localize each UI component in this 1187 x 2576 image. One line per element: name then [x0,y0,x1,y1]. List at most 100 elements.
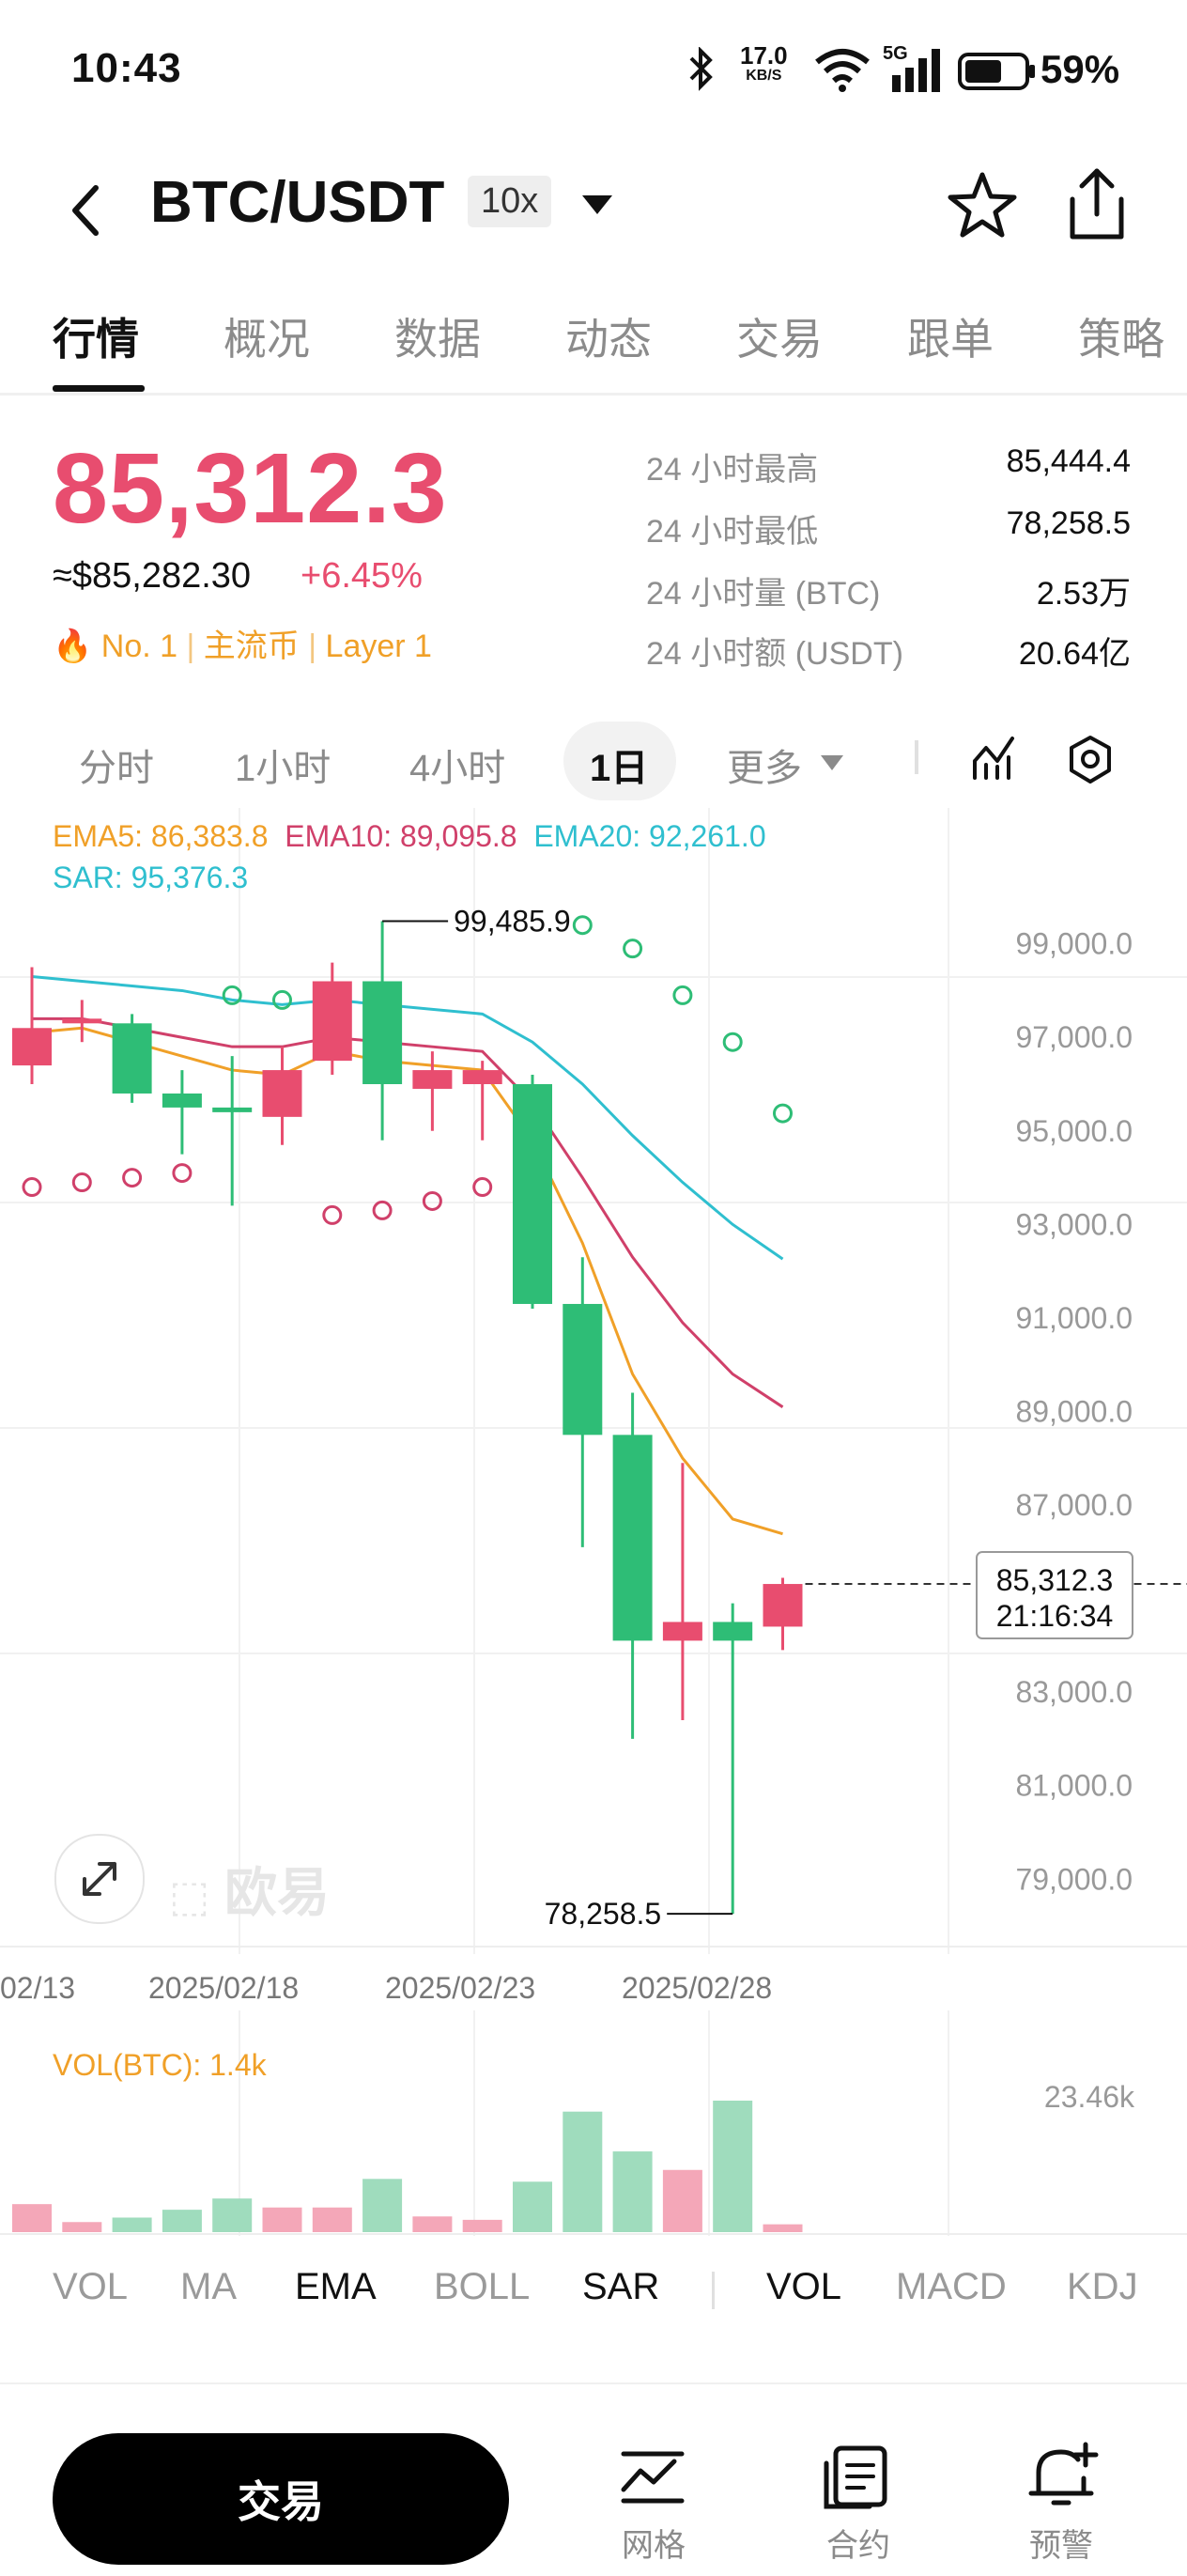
more-caret-icon[interactable] [819,753,845,772]
volume-bar [12,2204,52,2232]
net-speed-unit: KB/S [746,68,782,84]
nav-grid-label[interactable]: 网格 [622,2520,686,2566]
contract-icon[interactable] [823,2444,890,2510]
sar-dot-green [572,915,593,936]
volume-bar [262,2207,302,2232]
star-icon[interactable] [947,169,1018,241]
ema20-legend: EMA20: 92,261.0 [533,819,766,853]
coin-tags: 🔥 No. 1 | 主流币 | Layer 1 [53,620,432,666]
wifi-icon [815,49,870,92]
chart-settings-icon[interactable] [1067,735,1114,785]
share-icon[interactable] [1061,165,1133,244]
nav-alert-label[interactable]: 预警 [1029,2520,1093,2566]
low-marker-label: 78,258.5 [545,1897,662,1931]
last-price-label: 85,312.3 [996,1563,1114,1597]
period-1h[interactable]: 1小时 [235,737,331,792]
y-axis-label: 93,000.0 [1015,1207,1133,1241]
period-4h[interactable]: 4小时 [409,737,505,792]
volume-bar [713,2101,753,2232]
back-icon[interactable] [69,182,103,239]
fullscreen-button[interactable] [54,1834,145,1924]
candle-body [612,1435,653,1641]
stat-label-high: 24 小时最高 [646,452,819,488]
leverage-badge[interactable]: 10x [468,176,552,227]
sar-dot-green [623,939,643,959]
tab-strategy[interactable]: 策略 [1078,305,1164,367]
x-axis-label: 02/13 [0,1971,76,2005]
period-more[interactable]: 更多 [727,737,802,792]
indicator-boll[interactable]: BOLL [434,2266,530,2308]
ema5-legend: EMA5: 86,383.8 [53,819,269,853]
trade-button[interactable]: 交易 [53,2433,509,2565]
tag-separator: | [308,628,326,664]
okx-mark-icon: ⬚ [169,1871,210,1920]
sar-dot-red [71,1172,92,1193]
stat-label-low: 24 小时最低 [646,514,819,550]
candle-body [662,1622,702,1641]
candle-body [412,1070,453,1089]
price-change: +6.45% [301,556,423,596]
tab-copy-trading[interactable]: 跟单 [907,305,994,367]
volume-chart [0,2010,1187,2236]
candle-body [462,1070,502,1085]
battery-icon [958,53,1035,90]
indicator-vol[interactable]: VOL [53,2266,128,2308]
sar-dot-red [372,1200,393,1220]
indicator-macd[interactable]: MACD [896,2266,1007,2308]
tab-data[interactable]: 数据 [394,305,481,367]
tab-trade[interactable]: 交易 [736,305,823,367]
ema10-legend: EMA10: 89,095.8 [285,819,517,853]
net-speed-value: 17.0 [740,41,788,70]
tab-market[interactable]: 行情 [53,305,139,367]
candlestick-chart[interactable]: 99,000.0 97,000.0 95,000.0 93,000.0 91,000.0… [0,808,1187,1954]
indicator-kdj[interactable]: KDJ [1067,2266,1138,2308]
indicator-sar[interactable]: SAR [582,2266,659,2308]
watermark-logo: ⬚ 欧易 [169,1851,330,1927]
candle-body [362,981,403,1085]
candle-body [112,1023,152,1094]
indicator-sub-vol[interactable]: VOL [766,2266,841,2308]
candle-body [262,1070,302,1117]
period-timeline[interactable]: 分时 [79,737,154,792]
indicator-chart-icon[interactable] [971,733,1018,784]
y-axis-label: 83,000.0 [1015,1675,1133,1709]
sar-dot-red [422,1190,442,1211]
y-axis-label: 99,000.0 [1015,927,1133,961]
indicator-ma[interactable]: MA [180,2266,237,2308]
candle-body [212,1107,253,1112]
indicator-ema[interactable]: EMA [295,2266,377,2308]
stat-value-low: 78,258.5 [1006,505,1131,541]
pair-title[interactable]: BTC/USDT [150,169,444,236]
fire-icon: 🔥 [53,628,93,664]
y-axis-label: 87,000.0 [1015,1488,1133,1522]
candle-body [62,1018,102,1024]
nav-contract-label[interactable]: 合约 [826,2520,890,2566]
volume-bar [112,2217,152,2232]
tab-active-indicator [53,385,145,392]
caret-down-icon[interactable] [580,194,614,216]
candle-body [763,1584,803,1627]
volume-bar [763,2224,803,2232]
stat-label-volume: 24 小时量 (BTC) [646,576,881,612]
tab-overview[interactable]: 概况 [224,305,310,367]
rank-tag[interactable]: No. 1 [101,628,177,664]
y-axis-label: 97,000.0 [1015,1020,1133,1054]
stat-label-turnover: 24 小时额 (USDT) [646,636,903,672]
tab-news[interactable]: 动态 [565,305,652,367]
candle-body [713,1622,753,1641]
layer-tag[interactable]: Layer 1 [326,628,432,664]
bottom-divider [0,2382,1187,2384]
grid-bot-icon[interactable] [620,2448,687,2510]
stat-value-volume: 2.53万 [1036,576,1131,612]
x-axis-label: 2025/02/18 [148,1971,300,2005]
x-axis-label: 2025/02/28 [622,1971,773,2005]
category-tag[interactable]: 主流币 [204,628,300,664]
candle-body [563,1303,603,1435]
volume-bar [563,2111,603,2232]
usd-price: ≈$85,282.30 [53,556,252,596]
sar-dot-red [172,1163,193,1184]
period-1d[interactable]: 1日 [590,737,648,792]
alert-bell-icon[interactable] [1027,2441,1102,2512]
indicator-divider [712,2272,715,2309]
volume-bar [212,2198,253,2232]
